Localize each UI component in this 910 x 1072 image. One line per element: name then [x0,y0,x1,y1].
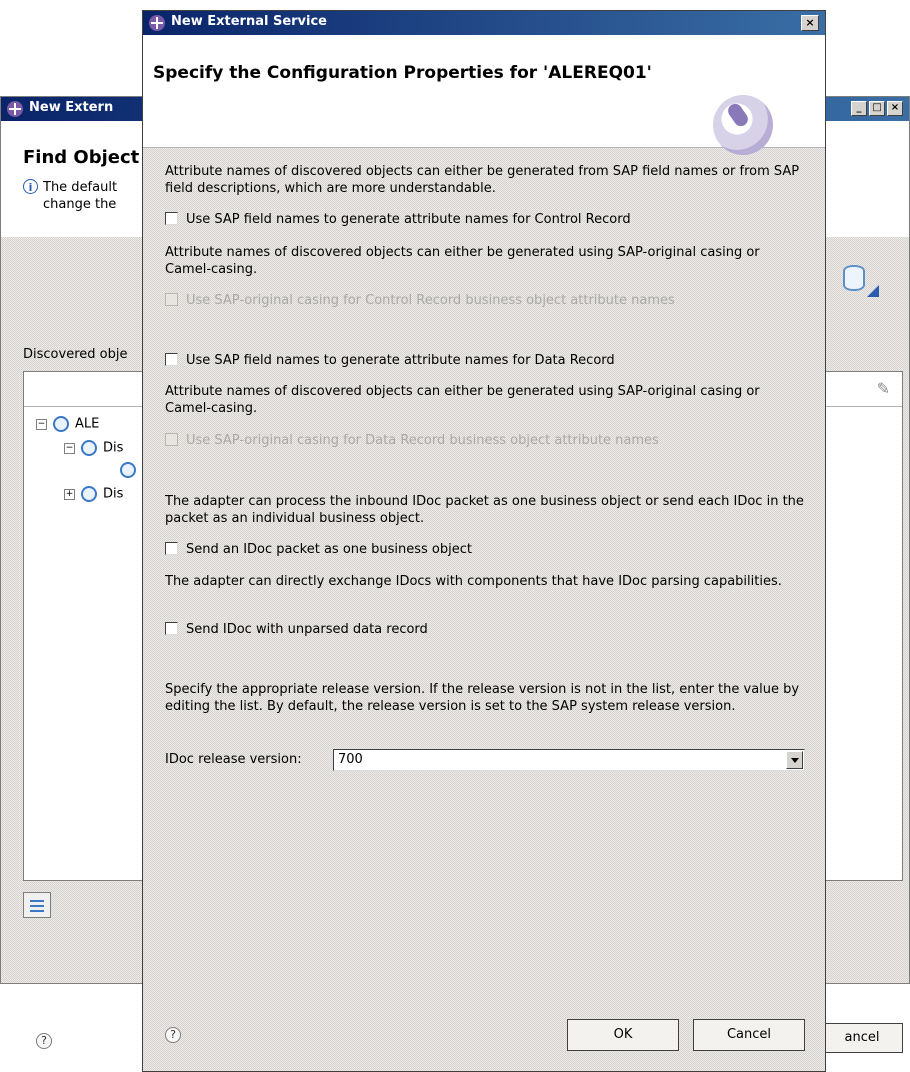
dialog-title-bar[interactable]: New External Service × [143,11,825,35]
dialog-header: Specify the Configuration Properties for… [143,35,825,155]
control-record-description: Attribute names of discovered objects ca… [165,164,800,196]
checkbox-label: Use SAP field names to generate attribut… [186,353,615,368]
control-field-names-option[interactable]: Use SAP field names to generate attribut… [165,211,631,229]
tree-node-label: ALE [75,416,100,432]
data-casing-option: Use SAP-original casing for Data Record … [165,432,659,450]
object-icon [120,462,136,478]
packet-option[interactable]: Send an IDoc packet as one business obje… [165,541,472,559]
data-field-names-checkbox[interactable] [165,353,178,366]
expand-icon[interactable]: + [64,488,75,500]
tree-node-label: Dis [103,440,124,456]
discovered-objects-label: Discovered obje [23,347,128,362]
control-casing-option: Use SAP-original casing for Control Reco… [165,292,675,310]
info-icon: i [23,179,38,194]
list-view-icon[interactable] [23,892,51,918]
data-casing-checkbox [165,433,178,446]
wizard-banner-icon [713,95,773,155]
control-casing-checkbox [165,293,178,306]
dialog-title: New External Service [171,14,327,29]
control-casing-description: Attribute names of discovered objects ca… [165,245,760,277]
release-version-value: 700 [338,752,363,767]
object-icon [81,440,97,456]
cancel-button[interactable]: Cancel [693,1019,805,1051]
tree-node-child[interactable] [120,462,142,478]
new-external-service-dialog: New External Service × Specify the Confi… [142,10,826,1072]
background-info-text: The default change the [43,179,117,213]
data-casing-description: Attribute names of discovered objects ca… [165,384,760,416]
help-icon[interactable]: ? [165,1027,181,1043]
release-version-label: IDoc release version: [165,752,302,767]
unparsed-checkbox[interactable] [165,622,178,635]
minimize-icon[interactable]: _ [851,101,867,116]
chevron-down-icon[interactable] [786,751,803,769]
ok-button[interactable]: OK [567,1019,679,1051]
control-field-names-checkbox[interactable] [165,212,178,225]
unparsed-description: The adapter can directly exchange IDocs … [165,574,782,589]
edit-pencil-icon[interactable]: ✎ [877,379,890,398]
maximize-icon[interactable]: □ [869,101,885,116]
checkbox-label: Send an IDoc packet as one business obje… [186,542,472,557]
info-line-1: The default [43,180,118,195]
help-icon[interactable]: ? [36,1033,52,1049]
release-version-combo[interactable]: 700 [333,749,805,771]
corner-marker-icon [867,285,879,297]
packet-checkbox[interactable] [165,542,178,555]
close-icon[interactable]: × [801,15,819,31]
object-icon [53,416,69,432]
background-page-title: Find Object [23,147,140,168]
tree-node-ale[interactable]: − ALE [36,416,99,432]
tree-node-discovered-1[interactable]: − Dis [64,440,123,456]
checkbox-label: Send IDoc with unparsed data record [186,622,428,637]
release-description: Specify the appropriate release version.… [165,682,800,714]
external-service-icon [7,101,23,117]
data-field-names-option[interactable]: Use SAP field names to generate attribut… [165,352,615,370]
external-service-icon [149,15,165,31]
collapse-icon[interactable]: − [64,442,75,454]
object-icon [81,486,97,502]
close-icon[interactable]: × [887,101,903,116]
background-cancel-button[interactable]: ancel [821,1023,903,1053]
tree-node-discovered-2[interactable]: + Dis [64,486,123,502]
tree-node-label: Dis [103,486,124,502]
packet-description: The adapter can process the inbound IDoc… [165,494,804,526]
info-line-2: change the [43,197,117,212]
page-heading: Specify the Configuration Properties for… [153,63,652,83]
collapse-icon[interactable]: − [36,418,47,430]
database-icon [843,265,865,291]
unparsed-option[interactable]: Send IDoc with unparsed data record [165,621,428,639]
checkbox-label: Use SAP-original casing for Data Record … [186,433,659,448]
background-window-title: New Extern [29,100,114,115]
checkbox-label: Use SAP-original casing for Control Reco… [186,293,675,308]
checkbox-label: Use SAP field names to generate attribut… [186,212,631,227]
